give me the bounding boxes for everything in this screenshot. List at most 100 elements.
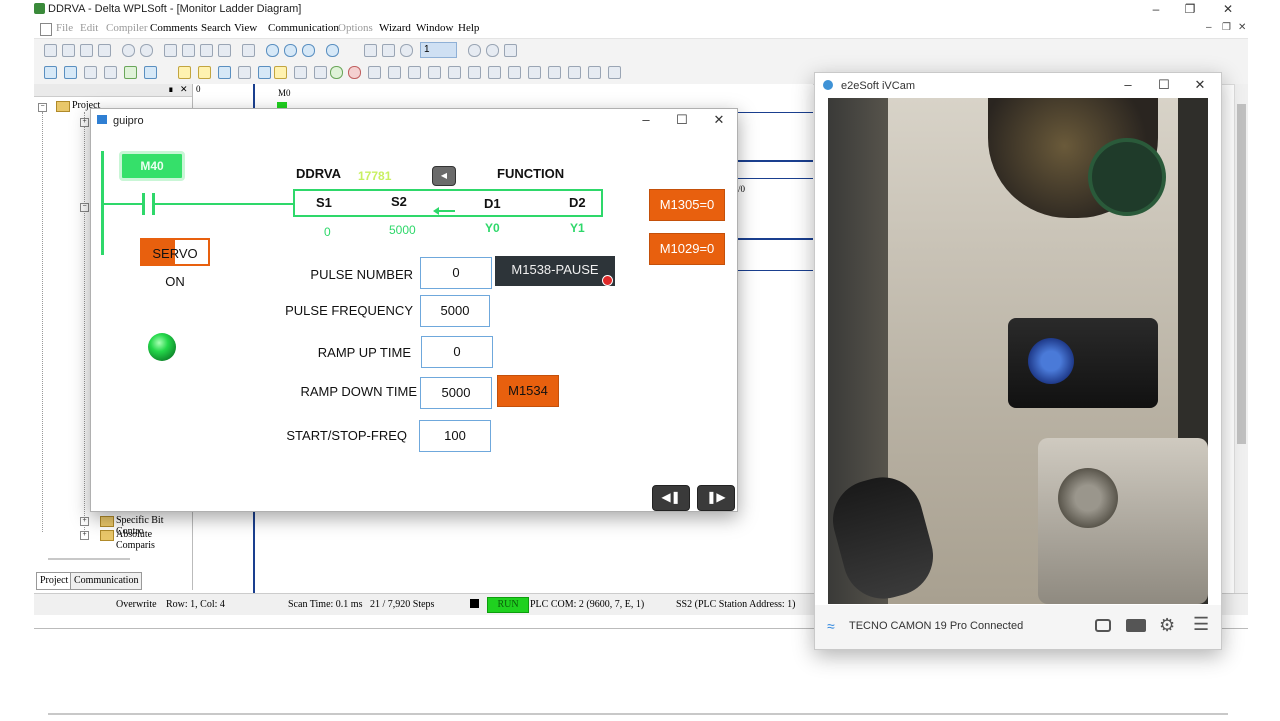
settings-icon[interactable]: ⚙	[1159, 615, 1175, 636]
delete-line-icon[interactable]	[528, 66, 541, 79]
guipro-close-button[interactable]: ✕	[700, 111, 738, 129]
menu-window[interactable]: Window	[416, 22, 453, 34]
search-next-icon[interactable]	[588, 66, 601, 79]
menu-options[interactable]: Options	[338, 22, 373, 34]
vertical-scrollbar[interactable]	[1234, 84, 1248, 594]
pane-close-icon[interactable]: ✕	[180, 84, 188, 95]
video-icon[interactable]	[1126, 619, 1146, 632]
menu-file[interactable]: File	[56, 22, 73, 34]
expand-icon[interactable]: +	[80, 531, 89, 540]
info-icon[interactable]	[400, 44, 413, 57]
help-icon[interactable]	[326, 44, 339, 57]
ladder-mode-icon[interactable]	[44, 66, 57, 79]
m40-button[interactable]: M40	[119, 151, 185, 181]
menu-help[interactable]: Help	[458, 22, 479, 34]
menu-search[interactable]: Search	[201, 22, 231, 34]
horizontal-scrollbar[interactable]	[48, 558, 130, 560]
menu-wizard[interactable]: Wizard	[379, 22, 411, 34]
mdi-minimize-button[interactable]: –	[1206, 22, 1212, 33]
horizontal-line-icon[interactable]	[508, 66, 521, 79]
instruction-mode-icon[interactable]	[64, 66, 77, 79]
contact-no-icon[interactable]	[368, 66, 381, 79]
guipro-minimize-button[interactable]: –	[627, 111, 665, 129]
monitor-icon[interactable]	[178, 66, 191, 79]
expand-icon[interactable]: −	[38, 103, 47, 112]
open-file-icon[interactable]	[62, 44, 75, 57]
scrollbar-thumb[interactable]	[1237, 104, 1246, 444]
application-instruction-icon[interactable]	[468, 66, 481, 79]
mdi-close-button[interactable]: ✕	[1238, 22, 1246, 33]
run-icon[interactable]	[330, 66, 343, 79]
new-file-icon[interactable]	[44, 44, 57, 57]
mdi-restore-button[interactable]: ❐	[1222, 22, 1231, 33]
menu-icon[interactable]: ☰	[1193, 614, 1209, 635]
falling-edge-icon[interactable]	[428, 66, 441, 79]
minimize-button[interactable]: –	[1138, 0, 1174, 20]
table-icon[interactable]	[294, 66, 307, 79]
coil-icon[interactable]	[448, 66, 461, 79]
menu-communication[interactable]: Communication	[268, 22, 339, 34]
device-comment-icon[interactable]	[144, 66, 157, 79]
compile-icon[interactable]	[104, 66, 117, 79]
servo-on-button[interactable]: SERVO ON	[140, 238, 210, 289]
stop-icon[interactable]	[468, 44, 481, 57]
rising-edge-icon[interactable]	[408, 66, 421, 79]
register-icon[interactable]	[548, 66, 561, 79]
stop-plc-icon[interactable]	[348, 66, 361, 79]
contact-nc-icon[interactable]	[388, 66, 401, 79]
undo-icon[interactable]	[122, 44, 135, 57]
zoom-icon[interactable]	[266, 44, 279, 57]
ivcam-maximize-button[interactable]: ☐	[1145, 76, 1183, 94]
expand-icon[interactable]: +	[80, 118, 89, 127]
zoom-out-icon[interactable]	[302, 44, 315, 57]
redo-icon[interactable]	[140, 44, 153, 57]
close-button[interactable]: ✕	[1210, 0, 1246, 20]
expand-icon[interactable]: +	[80, 517, 89, 526]
ramp-up-time-field[interactable]: 0	[421, 336, 493, 368]
ivcam-minimize-button[interactable]: –	[1109, 76, 1147, 94]
menu-view[interactable]: View	[234, 22, 257, 34]
delete-icon[interactable]	[218, 44, 231, 57]
print-icon[interactable]	[98, 44, 111, 57]
m1534-button[interactable]: M1534	[497, 375, 559, 407]
pulse-number-field[interactable]: 0	[420, 257, 492, 289]
maximize-button[interactable]: ❐	[1172, 0, 1208, 20]
search-device-icon[interactable]	[568, 66, 581, 79]
pin-icon[interactable]: ∎	[168, 84, 174, 95]
start-stop-freq-field[interactable]: 100	[419, 420, 491, 452]
menu-comments[interactable]: Comments	[150, 22, 198, 34]
location-icon[interactable]	[258, 66, 271, 79]
zoom-in-icon[interactable]	[284, 44, 297, 57]
back-icon[interactable]: ◀	[432, 166, 456, 186]
online-icon[interactable]	[218, 66, 231, 79]
tree-item-absolute-comparison[interactable]: Absolute Comparis	[116, 529, 192, 551]
refresh-icon[interactable]	[486, 44, 499, 57]
sfc-mode-icon[interactable]	[84, 66, 97, 79]
bookmark-icon[interactable]	[382, 44, 395, 57]
monitor-edit-icon[interactable]	[198, 66, 211, 79]
vertical-line-icon[interactable]	[488, 66, 501, 79]
expand-icon[interactable]: −	[80, 203, 89, 212]
tab-communication[interactable]: Communication	[70, 572, 143, 590]
find-icon[interactable]	[242, 44, 255, 57]
camera-icon[interactable]	[1095, 619, 1111, 632]
guipro-maximize-button[interactable]: ☐	[663, 111, 701, 129]
transfer-icon[interactable]	[238, 66, 251, 79]
previous-page-button[interactable]: ◀❚	[652, 485, 690, 511]
paste-icon[interactable]	[200, 44, 213, 57]
grid-icon[interactable]	[314, 66, 327, 79]
save-icon[interactable]	[80, 44, 93, 57]
chart-icon[interactable]	[608, 66, 621, 79]
output-scrollbar[interactable]	[48, 713, 1228, 715]
pause-button[interactable]: M1538-PAUSE	[495, 256, 615, 286]
ramp-down-time-field[interactable]: 5000	[420, 377, 492, 409]
comment-icon[interactable]	[364, 44, 377, 57]
menu-edit[interactable]: Edit	[80, 22, 98, 34]
copy-icon[interactable]	[182, 44, 195, 57]
ivcam-close-button[interactable]: ✕	[1181, 76, 1219, 94]
active-monitor-icon[interactable]	[274, 66, 287, 79]
edit-icon[interactable]	[124, 66, 137, 79]
step-input[interactable]: 1	[420, 42, 457, 58]
jump-icon[interactable]	[504, 44, 517, 57]
cut-icon[interactable]	[164, 44, 177, 57]
